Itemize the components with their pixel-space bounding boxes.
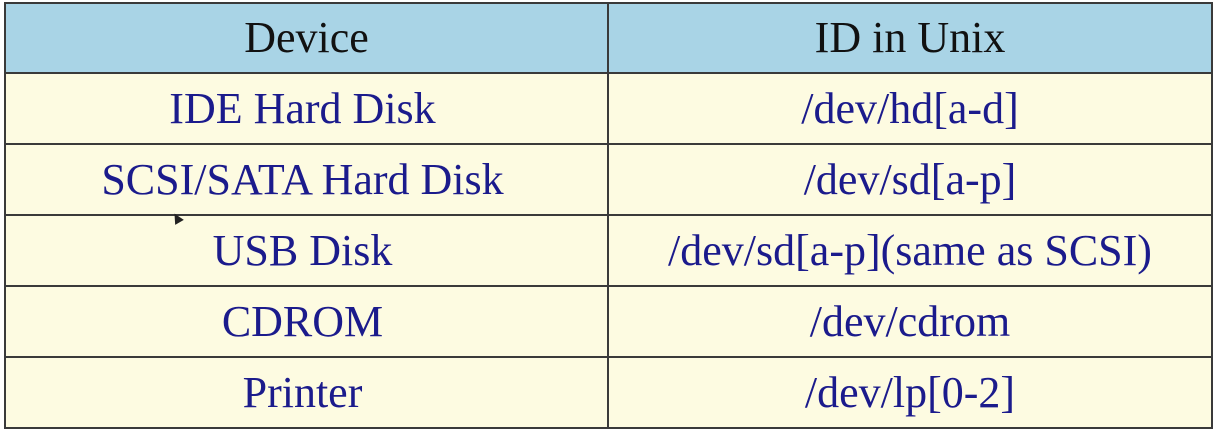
- unix-id-cell: /dev/lp[0-2]: [607, 356, 1213, 429]
- table-row: Printer /dev/lp[0-2]: [4, 356, 1213, 429]
- header-row: Device ID in Unix: [4, 2, 1213, 74]
- device-cell: CDROM: [4, 285, 609, 358]
- table-row: CDROM /dev/cdrom: [4, 285, 1213, 358]
- table-row: USB Disk /dev/sd[a-p](same as SCSI): [4, 214, 1213, 287]
- header-device: Device: [4, 2, 609, 74]
- unix-id-cell: /dev/sd[a-p]: [607, 143, 1213, 216]
- device-cell: Printer: [4, 356, 609, 429]
- table-body: IDE Hard Disk /dev/hd[a-d] SCSI/SATA Har…: [4, 72, 1213, 429]
- table-row: IDE Hard Disk /dev/hd[a-d]: [4, 72, 1213, 145]
- header-id-in-unix: ID in Unix: [607, 2, 1213, 74]
- unix-id-cell: /dev/hd[a-d]: [607, 72, 1213, 145]
- device-cell: IDE Hard Disk: [4, 72, 609, 145]
- table-header: Device ID in Unix: [4, 2, 1213, 74]
- device-cell: SCSI/SATA Hard Disk: [4, 143, 609, 216]
- device-id-table: Device ID in Unix IDE Hard Disk /dev/hd[…: [4, 2, 1213, 429]
- device-table-slide: Device ID in Unix IDE Hard Disk /dev/hd[…: [0, 0, 1217, 435]
- device-cell: USB Disk: [4, 214, 609, 287]
- unix-id-cell: /dev/sd[a-p](same as SCSI): [607, 214, 1213, 287]
- table-row: SCSI/SATA Hard Disk /dev/sd[a-p]: [4, 143, 1213, 216]
- unix-id-cell: /dev/cdrom: [607, 285, 1213, 358]
